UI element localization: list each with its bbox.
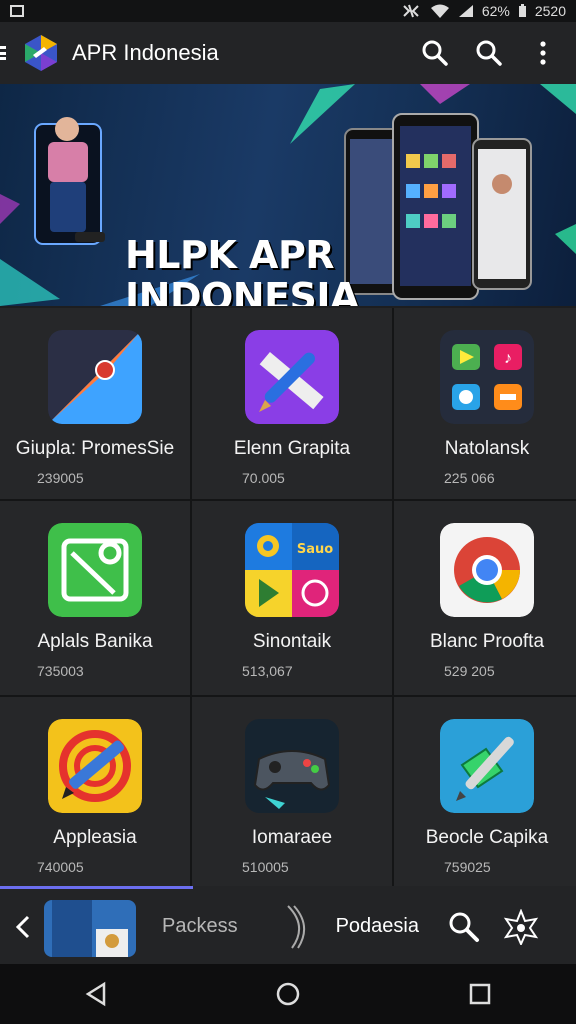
pen-ruler-icon [245,330,339,424]
app-name: Appleasia [53,827,137,848]
app-count: 759025 [444,859,491,875]
app-count: 513,067 [242,663,293,679]
app-tile[interactable]: Appleasia 740005 [0,697,190,890]
chrome-icon [440,523,534,617]
notification-image-icon [10,5,24,17]
search-icon[interactable] [472,36,506,70]
stylus-cube-icon [440,719,534,813]
system-nav-bar [0,964,576,1024]
app-count: 70.005 [242,470,285,486]
badge-star-icon[interactable] [503,908,539,945]
app-folder-icon: ♪ [440,330,534,424]
app-name: Elenn Grapita [233,438,351,459]
banner-title-line1: HLPK APR [125,233,335,277]
app-count: 239005 [37,470,84,486]
app-count: 735003 [37,663,84,679]
app-tile[interactable]: Giupla: PromesSie 239005 [0,308,190,499]
tab-thumbnail[interactable] [44,897,136,957]
banner-title-line2: INDONESIA [125,275,359,306]
promo-banner[interactable]: HLPK APR INDONESIA [0,84,576,306]
app-count: 740005 [37,859,84,875]
search-icon[interactable] [447,910,481,944]
app-bar-actions [418,36,560,70]
signal-icon [458,5,473,17]
app-tile[interactable]: Aplals Banika 735003 [0,501,190,695]
swirl-icon [286,904,305,949]
app-tile[interactable]: Elenn Grapita 70.005 [192,308,392,499]
app-name: Giupla: PromesSie [15,438,175,459]
app-name: Natolansk [444,438,530,459]
app-name: Beocle Capika [425,827,549,848]
more-vertical-icon[interactable] [526,36,560,70]
app-tile[interactable]: Sauo Sinontaik 513,067 [192,501,392,695]
search-icon[interactable] [418,36,452,70]
app-count: 225 066 [444,470,495,486]
menu-icon[interactable] [0,43,14,63]
status-right: 62% 2520 [400,3,566,19]
battery-icon [518,4,526,17]
compass-icon [48,330,142,424]
tab-podaesia[interactable]: Podaesia [336,915,419,938]
banner-title: HLPK APR INDONESIA [125,234,359,306]
status-bar: 62% 2520 [0,0,576,22]
app-tile[interactable]: Blanc Proofta 529 205 [394,501,576,695]
tab-packess[interactable]: Packess [162,915,238,938]
chevron-left-icon[interactable] [4,907,44,947]
battery-text: 62% [481,3,510,19]
play-store-icon: Sauo [245,523,339,617]
home-icon[interactable] [274,980,302,1008]
gamepad-icon [245,719,339,813]
vibrate-icon [403,4,419,18]
pencil-target-icon [48,719,142,813]
app-tile[interactable]: ♪ Natolansk 225 066 [394,308,576,499]
wifi-icon [430,4,449,18]
photo-edit-icon [48,523,142,617]
clock: 2520 [534,3,566,19]
app-title: APR Indonesia [72,40,219,65]
app-name: Sinontaik [252,631,332,652]
app-tile[interactable]: Beocle Capika 759025 [394,697,576,890]
app-tile[interactable]: Iomaraee 510005 [192,697,392,890]
svg-text:♪: ♪ [504,350,512,367]
svg-text:Sauo: Sauo [297,542,333,557]
app-name: Blanc Proofta [429,631,545,652]
app-logo-icon [25,35,57,71]
back-icon[interactable] [82,980,110,1008]
app-grid: Giupla: PromesSie 239005 Elenn Grapita 7… [0,308,576,890]
app-bar: APR Indonesia [0,22,576,84]
app-name: Aplals Banika [37,631,153,652]
app-count: 529 205 [444,663,495,679]
app-name: Iomaraee [251,827,333,848]
app-count: 510005 [242,859,289,875]
recents-icon[interactable] [466,980,494,1008]
tab-row: Packess Podaesia [0,889,576,964]
bottom-tab-bar: Packess Podaesia [0,886,576,964]
